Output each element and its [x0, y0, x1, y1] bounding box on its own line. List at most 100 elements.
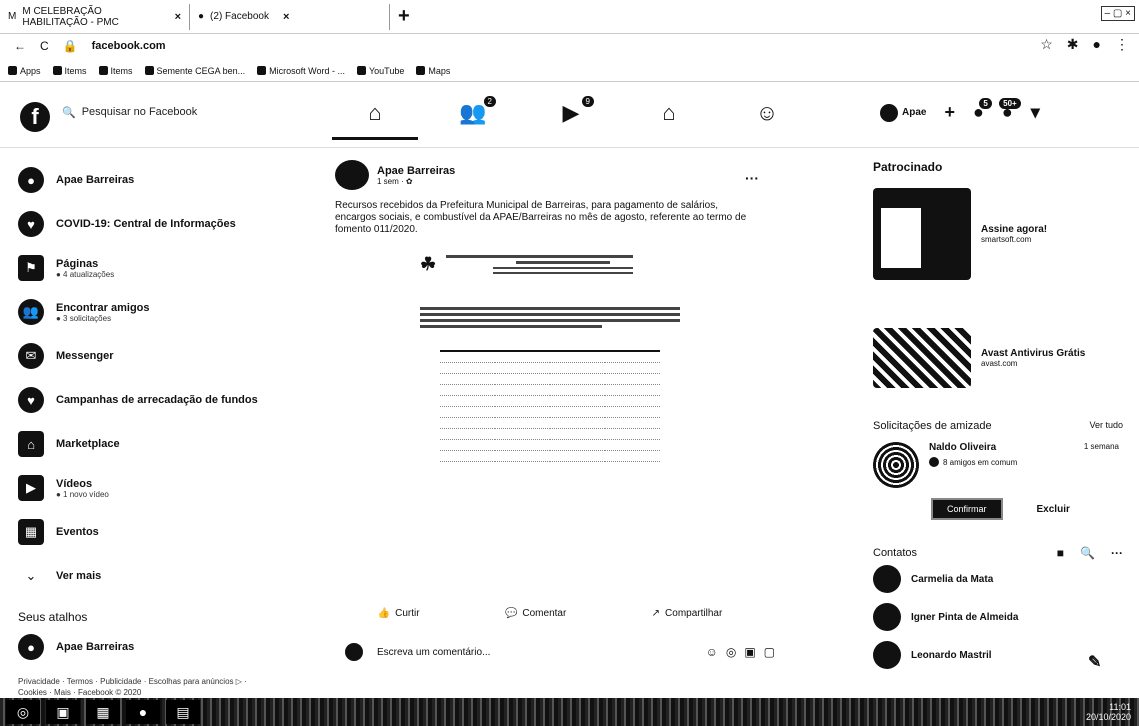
chrome-icon[interactable]: ●	[126, 700, 160, 724]
emoji-icon[interactable]: ☺	[706, 645, 718, 659]
see-all-link[interactable]: Ver tudo	[1089, 420, 1123, 432]
ad-item[interactable]: Assine agora! smartsoft.com	[873, 184, 1123, 284]
sidebar-item-fundraisers[interactable]: ♥ Campanhas de arrecadação de fundos	[18, 378, 318, 422]
bookmark-item[interactable]: Maps	[416, 66, 450, 76]
sidebar-item-profile[interactable]: ● Apae Barreiras	[18, 158, 318, 202]
reload-icon[interactable]: C	[40, 39, 49, 53]
bookmark-item[interactable]: YouTube	[356, 66, 404, 76]
request-time: 1 semana	[1083, 442, 1119, 451]
window-controls[interactable]: – ▢ ×	[1100, 6, 1135, 21]
search-icon: 🔍	[62, 107, 76, 119]
contacts-header: Contatos ■ 🔍 ···	[873, 546, 1123, 560]
new-message-icon[interactable]: ✎	[1088, 652, 1101, 672]
comment-composer: Escreva um comentário... ☺ ◎ ▣ ▢	[345, 643, 775, 661]
messenger-icon: ✉	[18, 343, 44, 369]
taskbar-app-icon[interactable]: ▣	[46, 700, 80, 724]
groups-icon[interactable]: ☺	[752, 100, 782, 126]
browser-tab-gmail[interactable]: M M CELEBRAÇÃO HABILITAÇÃO - PMC ×	[0, 3, 190, 30]
friends-icon[interactable]: 👥 2	[458, 96, 496, 126]
sidebar-item-events[interactable]: ▦ Eventos	[18, 510, 318, 554]
profile-button[interactable]: Apae	[880, 103, 926, 122]
ad-item[interactable]: Avast Antivirus Grátis avast.com	[873, 326, 1123, 390]
confirm-button[interactable]: Confirmar	[931, 498, 1003, 520]
marketplace-icon[interactable]: ⌂	[654, 100, 684, 126]
share-button[interactable]: ↗ Compartilhar	[652, 608, 723, 619]
bookmark-icon	[98, 66, 108, 75]
star-icon[interactable]: ☆	[1040, 36, 1053, 53]
close-tab-icon[interactable]: ×	[175, 11, 181, 23]
avatar[interactable]	[335, 160, 369, 190]
taskbar-app-icon[interactable]: ▦	[86, 700, 120, 724]
close-tab-icon[interactable]: ×	[283, 11, 289, 23]
sidebar-item-videos[interactable]: ▶ Vídeos ● 1 novo vídeo	[18, 466, 318, 510]
sticker-icon[interactable]: ▢	[764, 645, 775, 659]
friend-request-actions: Confirmar Excluir	[931, 498, 1123, 520]
browser-actions: ☆ ✱ ● ⋮	[1040, 36, 1129, 53]
start-icon[interactable]: ◎	[6, 700, 40, 724]
sidebar-item-pages[interactable]: ⚑ Páginas ● 4 atualizações	[18, 246, 318, 290]
facebook-logo-icon[interactable]: f	[20, 102, 50, 132]
sidebar-item-find-friends[interactable]: 👥 Encontrar amigos ● 3 solicitações	[18, 290, 318, 334]
bookmark-item[interactable]: Apps	[8, 66, 41, 76]
extension-icon[interactable]: ✱	[1067, 36, 1079, 53]
footer-links[interactable]: Privacidade · Termos · Publicidade · Esc…	[18, 676, 263, 698]
messenger-icon[interactable]: ● 5	[973, 98, 992, 123]
watch-badge: 9	[581, 96, 594, 107]
taskbar-app-icon[interactable]: ▤	[166, 700, 200, 724]
bookmark-item[interactable]: Microsoft Word - ...	[257, 66, 345, 76]
more-options-icon[interactable]: ···	[745, 170, 759, 186]
taskbar-clock[interactable]: 11:01 20/10/2020	[1086, 702, 1131, 722]
home-icon[interactable]: ⌂	[332, 100, 418, 140]
gif-icon[interactable]: ▣	[744, 645, 755, 659]
contact-item[interactable]: Igner Pinta de Almeida	[873, 598, 1123, 636]
sidebar-item-covid[interactable]: ♥ COVID-19: Central de Informações	[18, 202, 318, 246]
fundraiser-icon: ♥	[18, 387, 44, 413]
sponsored-title: Patrocinado	[873, 160, 943, 174]
post-image-document[interactable]: ☘	[420, 252, 680, 552]
lock-icon: 🔒	[62, 39, 78, 53]
bookmark-item[interactable]: Items	[98, 66, 133, 76]
avatar[interactable]	[873, 442, 919, 488]
search-input[interactable]: 🔍 Pesquisar no Facebook	[62, 106, 197, 119]
address-bar: ← C 🔒 facebook.com ☆ ✱ ● ⋮	[0, 34, 1139, 58]
delete-button[interactable]: Excluir	[1037, 504, 1070, 515]
like-button[interactable]: 👍 Curtir	[378, 608, 420, 619]
notifications-icon[interactable]: ● 50+	[999, 98, 1021, 123]
feed-post: Apae Barreiras 1 sem · ✿ ··· Recursos re…	[335, 160, 765, 552]
comment-button[interactable]: 💬 Comentar	[505, 608, 566, 619]
back-icon[interactable]: ←	[14, 39, 26, 53]
sidebar-item-see-more[interactable]: ⌄ Ver mais	[18, 554, 318, 598]
account-menu-icon[interactable]: ▾	[1031, 102, 1040, 123]
bookmark-item[interactable]: Items	[52, 66, 87, 76]
comment-icon: 💬	[504, 608, 518, 619]
contact-item[interactable]: Carmelia da Mata	[873, 560, 1123, 598]
shortcut-item[interactable]: ● Apae Barreiras	[18, 630, 318, 664]
search-icon[interactable]: 🔍	[1080, 546, 1095, 560]
bookmark-item[interactable]: Semente CEGA ben...	[144, 66, 245, 76]
comment-input[interactable]: Escreva um comentário...	[377, 647, 490, 658]
doc-table	[440, 340, 660, 462]
create-icon[interactable]: +	[944, 102, 955, 123]
menu-icon[interactable]: ⋮	[1115, 36, 1129, 53]
camera-icon[interactable]: ◎	[726, 645, 736, 659]
share-icon: ↗	[651, 608, 661, 619]
notifications-badge: 50+	[999, 98, 1021, 109]
sidebar-item-marketplace[interactable]: ⌂ Marketplace	[18, 422, 318, 466]
mutual-friends: 8 amigos em comum	[929, 457, 1123, 467]
gmail-icon	[144, 66, 154, 75]
avatar	[873, 565, 901, 593]
maps-icon	[416, 66, 426, 75]
browser-tab-facebook[interactable]: ● (2) Facebook ×	[190, 3, 390, 30]
bookmarks-bar: Apps Items Items Semente CEGA ben... Mic…	[0, 60, 1139, 82]
doc-paragraph	[420, 307, 680, 328]
post-author[interactable]: Apae Barreiras	[377, 165, 455, 177]
url-field[interactable]: facebook.com	[92, 40, 166, 52]
profile-icon[interactable]: ●	[1093, 36, 1101, 53]
contact-item[interactable]: Leonardo Mastril	[873, 636, 1123, 674]
new-tab-button[interactable]: +	[390, 5, 418, 28]
more-options-icon[interactable]: ···	[1111, 546, 1123, 560]
watch-icon[interactable]: ▶ 9	[556, 96, 594, 126]
video-icon: ▶	[18, 475, 44, 501]
video-call-icon[interactable]: ■	[1057, 546, 1064, 560]
sidebar-item-messenger[interactable]: ✉ Messenger	[18, 334, 318, 378]
